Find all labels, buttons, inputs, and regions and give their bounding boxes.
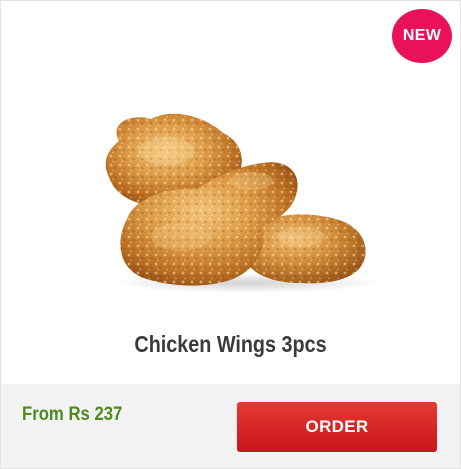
chicken-wings-photo-icon — [105, 113, 381, 293]
card-footer: From Rs 237 ORDER — [1, 384, 460, 468]
price-label: From Rs 237 — [22, 404, 123, 425]
product-card[interactable]: NEW Chicken Wings 3pcs From Rs 237 ORDER — [0, 0, 461, 469]
new-badge: NEW — [392, 9, 452, 63]
product-image[interactable] — [1, 1, 460, 311]
order-button[interactable]: ORDER — [237, 402, 437, 452]
product-title[interactable]: Chicken Wings 3pcs — [33, 331, 428, 358]
